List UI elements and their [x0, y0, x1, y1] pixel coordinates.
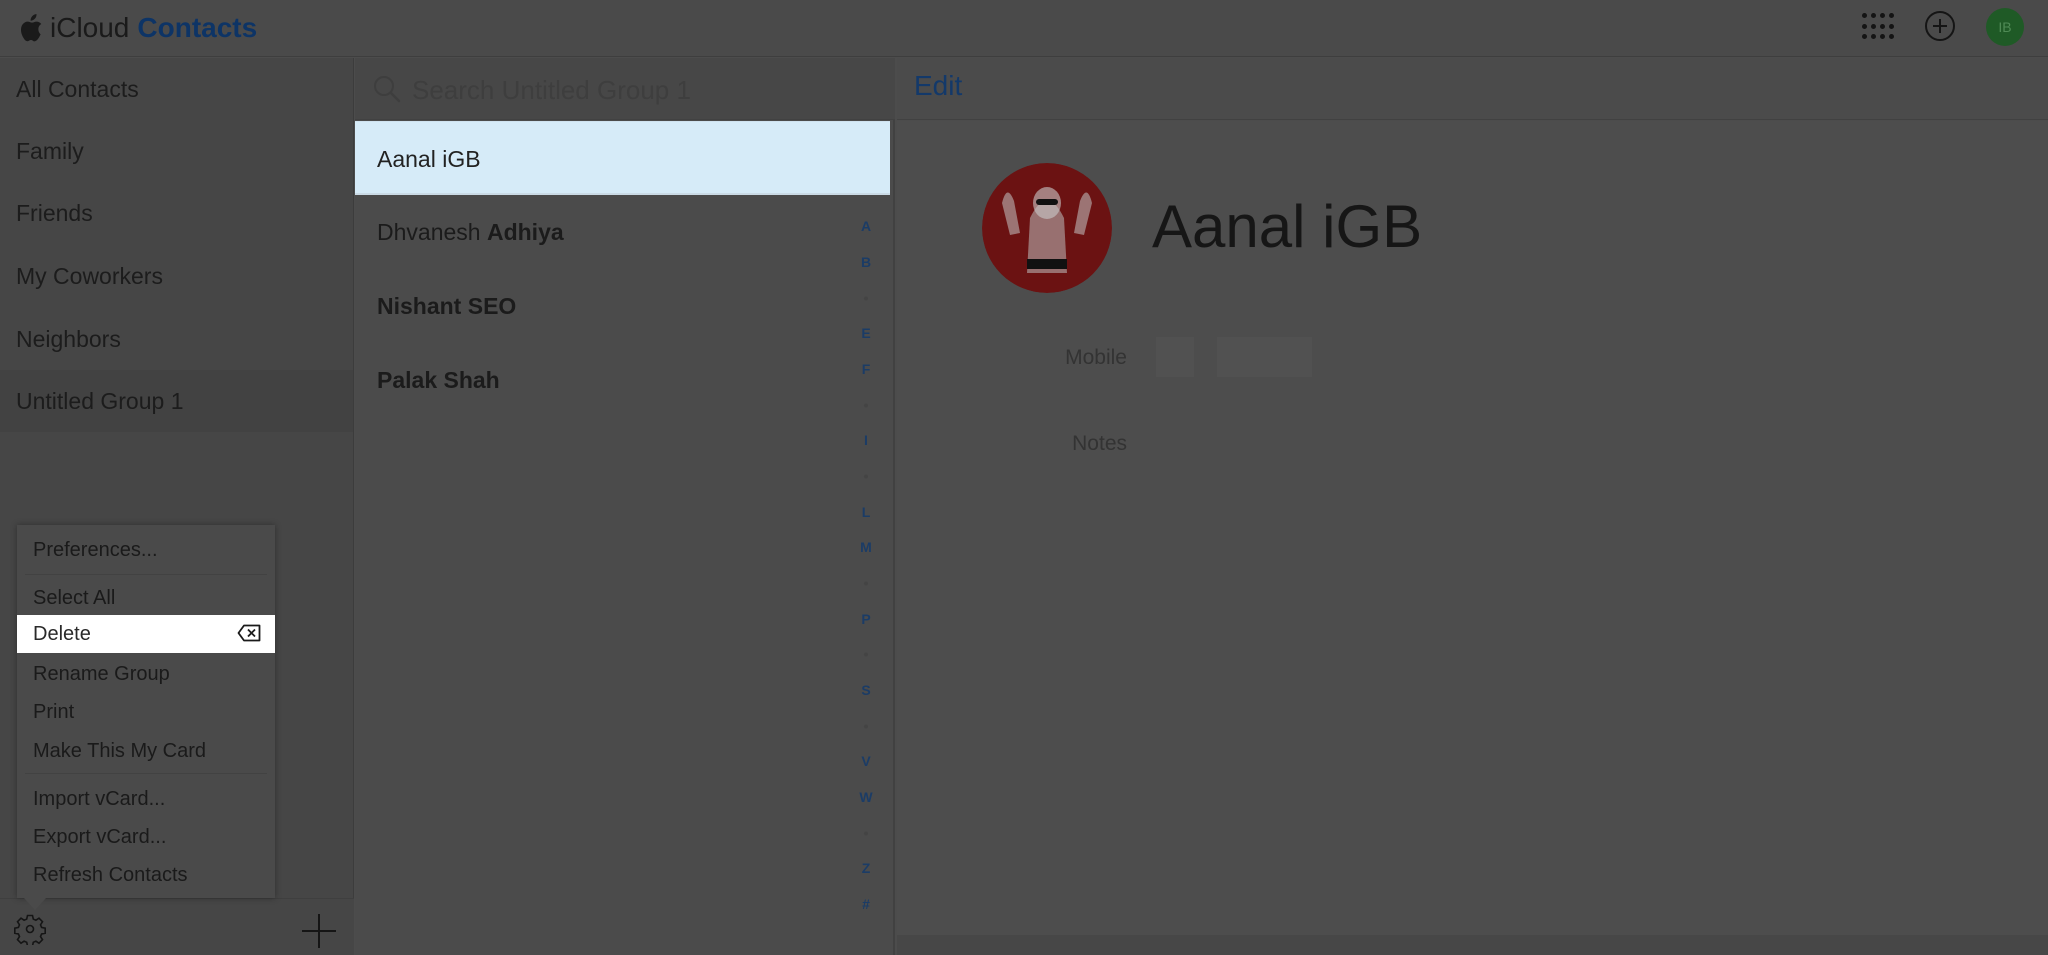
index-dot[interactable]: •: [854, 468, 878, 484]
sidebar-footer: [0, 898, 354, 955]
index-letter-s[interactable]: S: [854, 682, 878, 698]
menu-item-select-all[interactable]: Select All: [17, 579, 275, 617]
index-dot[interactable]: •: [854, 646, 878, 662]
menu-item-print[interactable]: Print: [17, 693, 275, 731]
index-letter-a[interactable]: A: [854, 218, 878, 234]
settings-popup-menu: Preferences... Select All Delete Rename …: [17, 525, 275, 898]
app-grid-icon[interactable]: [1862, 13, 1894, 41]
contact-row-dhvanesh-adhiya[interactable]: Dhvanesh Adhiya: [355, 195, 890, 269]
contact-name: Aanal iGB: [377, 146, 481, 172]
index-hash[interactable]: #: [854, 896, 878, 912]
contact-detail-name: Aanal iGB: [1152, 193, 1423, 260]
index-dot[interactable]: •: [854, 397, 878, 413]
field-label-notes: Notes: [1072, 432, 1127, 455]
menu-item-export-vcard[interactable]: Export vCard...: [17, 818, 275, 856]
sidebar-group-untitled-group-1[interactable]: Untitled Group 1: [0, 370, 353, 432]
account-avatar[interactable]: IB: [1986, 8, 2024, 46]
menu-pointer: [24, 898, 46, 910]
icloud-label: iCloud: [50, 12, 130, 43]
field-label-mobile: Mobile: [1065, 346, 1127, 369]
index-dot[interactable]: •: [854, 575, 878, 591]
menu-item-rename-group[interactable]: Rename Group: [17, 655, 275, 693]
contact-name: Palak Shah: [377, 367, 500, 393]
contact-last-name: Adhiya: [486, 219, 564, 245]
detail-footer: [897, 935, 2048, 955]
menu-item-import-vcard[interactable]: Import vCard...: [17, 780, 275, 818]
menu-separator: [25, 574, 267, 575]
mobile-value-redacted: [1156, 337, 1194, 377]
index-dot[interactable]: •: [854, 825, 878, 841]
sidebar-group-my-coworkers[interactable]: My Coworkers: [0, 245, 353, 307]
contact-name: Nishant SEO: [377, 293, 517, 319]
menu-item-make-this-my-card[interactable]: Make This My Card: [17, 732, 275, 770]
contact-first-name: Dhvanesh: [377, 219, 481, 245]
app-brand[interactable]: iCloud Contacts: [20, 10, 257, 46]
search-icon: [374, 76, 401, 103]
index-dot[interactable]: •: [854, 718, 878, 734]
index-dot[interactable]: •: [854, 290, 878, 306]
sidebar-group-all-contacts[interactable]: All Contacts: [0, 58, 353, 120]
sidebar-group-friends[interactable]: Friends: [0, 182, 353, 244]
index-letter-f[interactable]: F: [854, 361, 878, 377]
index-letter-m[interactable]: M: [854, 539, 878, 555]
sidebar-group-family[interactable]: Family: [0, 120, 353, 182]
menu-item-delete[interactable]: Delete: [17, 615, 275, 653]
menu-item-preferences[interactable]: Preferences...: [17, 531, 275, 569]
detail-toolbar: [897, 58, 2048, 120]
index-letter-v[interactable]: V: [854, 753, 878, 769]
sidebar-group-neighbors[interactable]: Neighbors: [0, 308, 353, 370]
delete-key-icon: [237, 624, 261, 642]
contact-row-nishant-seo[interactable]: Nishant SEO: [355, 269, 890, 343]
app-title: Contacts: [137, 12, 258, 43]
index-letter-i[interactable]: I: [854, 432, 878, 448]
apple-logo-icon: [20, 14, 42, 42]
index-letter-w[interactable]: W: [854, 789, 878, 805]
new-item-circle-plus-icon[interactable]: [1925, 11, 1955, 41]
gear-icon[interactable]: [14, 913, 46, 945]
mobile-value-redacted: [1217, 337, 1312, 377]
contact-row-palak-shah[interactable]: Palak Shah: [355, 343, 890, 417]
menu-item-delete-label: Delete: [33, 623, 91, 645]
index-letter-z[interactable]: Z: [854, 860, 878, 876]
index-letter-l[interactable]: L: [854, 504, 878, 520]
menu-separator: [25, 773, 267, 774]
index-letter-b[interactable]: B: [854, 254, 878, 270]
contact-row-aanal-igb[interactable]: Aanal iGB: [355, 121, 890, 195]
app-header: iCloud Contacts IB: [0, 0, 2048, 57]
index-letter-p[interactable]: P: [854, 611, 878, 627]
edit-button[interactable]: Edit: [914, 70, 962, 102]
contact-photo: [982, 163, 1112, 293]
add-group-plus-icon[interactable]: [302, 914, 336, 948]
menu-item-refresh-contacts[interactable]: Refresh Contacts: [17, 856, 275, 894]
search-input[interactable]: [412, 70, 872, 110]
index-letter-e[interactable]: E: [854, 325, 878, 341]
